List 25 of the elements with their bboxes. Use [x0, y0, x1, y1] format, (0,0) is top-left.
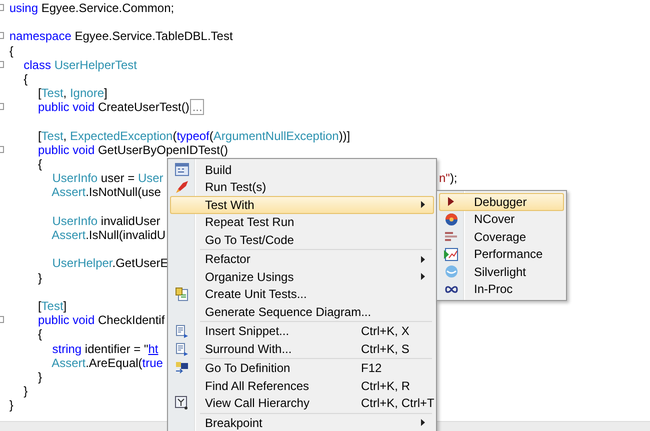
code-line: }: [24, 384, 28, 398]
code-line: }: [9, 398, 14, 412]
code-line: class UserHelperTest: [24, 58, 138, 72]
code-line: namespace Egyee.Service.TableDBL.Test: [9, 29, 233, 44]
code-line: using Egyee.Service.Common;: [9, 1, 174, 15]
code-line: }: [38, 370, 42, 384]
code-fragment: n");: [439, 171, 458, 186]
code-line: public void CreateUserTest() ...: [38, 100, 204, 114]
code-line: }: [38, 270, 42, 285]
code-line: [Test, Ignore]: [38, 86, 108, 100]
code-line: Assert.IsNotNull(use: [52, 185, 161, 200]
code-line: [Test]: [38, 298, 67, 313]
code-line: UserHelper.GetUserE: [52, 256, 168, 270]
code-line: Assert.AreEqual(true: [52, 356, 163, 370]
code-line: {: [38, 157, 42, 172]
code-line: public void CheckIdentif: [38, 313, 165, 328]
code-line: {: [9, 44, 14, 58]
code-line: {: [24, 72, 28, 86]
code-line: public void GetUserByOpenIDTest(): [38, 142, 228, 157]
code-line: {: [38, 327, 42, 342]
code-line: UserInfo invalidUser: [52, 214, 160, 228]
code-line: [Test, ExpectedException(typeof(ArgumentNullException))]: [38, 128, 350, 143]
code-line: string identifier = "ht: [52, 342, 158, 356]
code-line: Assert.IsNull(invalidU: [52, 228, 166, 242]
code-line: UserInfo user = User: [52, 171, 164, 186]
